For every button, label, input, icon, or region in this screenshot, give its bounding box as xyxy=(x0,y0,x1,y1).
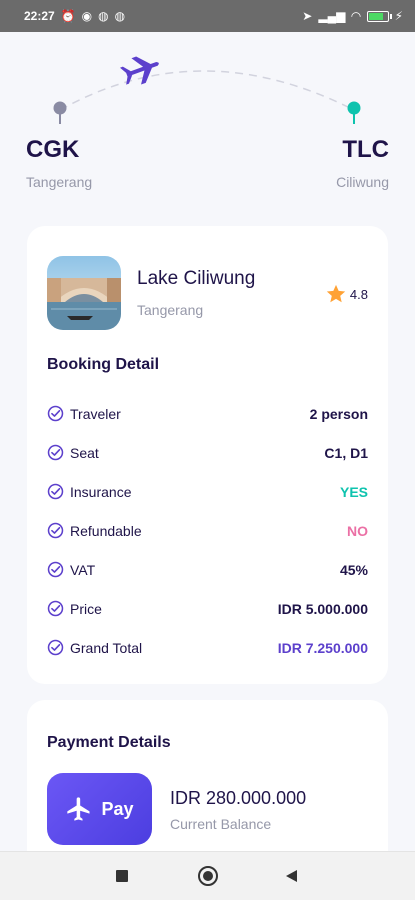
detail-value: YES xyxy=(339,483,368,500)
detail-label: VAT xyxy=(70,561,96,578)
origin-code: CGK xyxy=(26,136,80,163)
destination-dot xyxy=(347,101,361,115)
detail-label: Insurance xyxy=(70,483,132,500)
system-nav-bar xyxy=(0,851,415,900)
check-circle-icon xyxy=(47,405,64,422)
home-button[interactable] xyxy=(198,866,218,886)
payment-details-title: Payment Details xyxy=(47,734,171,751)
check-circle-icon xyxy=(47,483,64,500)
battery-icon xyxy=(366,10,392,22)
origin-city: Tangerang xyxy=(26,174,93,190)
alarm-icon: ⏰ xyxy=(60,9,76,23)
destination-image xyxy=(47,256,121,330)
detail-value: NO xyxy=(347,522,368,539)
detail-row-seat: Seat C1, D1 xyxy=(47,433,368,472)
status-bar: 22:27 ⏰ ◉ ◍ ◍ ➤ ▂▄▆ ◠ ⚡ xyxy=(0,0,415,32)
origin-dot xyxy=(53,101,67,115)
destination-city: Ciliwung xyxy=(336,174,389,190)
rating: 4.8 xyxy=(325,283,368,305)
detail-label: Refundable xyxy=(70,522,142,539)
detail-row-traveler: Traveler 2 person xyxy=(47,394,368,433)
wifi-icon: ◠ xyxy=(351,9,361,23)
status-time: 22:27 xyxy=(24,9,55,23)
signal-icon: ▂▄▆ xyxy=(318,9,346,23)
detail-value: C1, D1 xyxy=(324,444,368,461)
pay-button-label: Pay xyxy=(101,798,134,819)
booking-detail-list: Traveler 2 person Seat C1, D1 Insurance … xyxy=(47,394,368,667)
back-button[interactable] xyxy=(286,870,297,882)
airplane-icon xyxy=(67,797,90,821)
check-circle-icon xyxy=(47,600,64,617)
pay-button[interactable]: Pay xyxy=(47,773,152,845)
location-icon: ➤ xyxy=(302,9,313,23)
destination-city: Tangerang xyxy=(137,302,204,318)
detail-label: Seat xyxy=(70,444,99,461)
destination: TLC Ciliwung xyxy=(336,136,389,190)
check-circle-icon xyxy=(47,522,64,539)
detail-label: Traveler xyxy=(70,405,121,422)
balance-label: Current Balance xyxy=(170,816,272,832)
detail-row-grand-total: Grand Total IDR 7.250.000 xyxy=(47,628,368,667)
detail-row-insurance: Insurance YES xyxy=(47,472,368,511)
detail-value: IDR 5.000.000 xyxy=(277,600,368,617)
detail-row-price: Price IDR 5.000.000 xyxy=(47,589,368,628)
app-icon-2: ◍ xyxy=(114,9,126,23)
origin: CGK Tangerang xyxy=(26,136,92,190)
rating-value: 4.8 xyxy=(349,286,368,302)
detail-value: 45% xyxy=(339,561,368,578)
detail-label: Price xyxy=(70,600,102,617)
charging-icon: ⚡ xyxy=(394,9,403,23)
airplane-icon xyxy=(120,56,159,85)
booking-detail-title: Booking Detail xyxy=(47,356,160,373)
check-circle-icon xyxy=(47,444,64,461)
app-icon: ◍ xyxy=(98,9,109,23)
balance-amount: IDR 280.000.000 xyxy=(170,788,307,808)
check-circle-icon xyxy=(47,561,64,578)
flight-route: CGK Tangerang TLC Ciliwung xyxy=(0,32,415,202)
destination-name: Lake Ciliwung xyxy=(137,268,256,289)
booking-card: Lake Ciliwung Tangerang 4.8 Booking Deta… xyxy=(27,226,388,684)
detail-value: IDR 7.250.000 xyxy=(277,639,368,656)
star-icon xyxy=(326,284,346,303)
notification-icon: ◉ xyxy=(81,9,93,23)
detail-value: 2 person xyxy=(309,405,368,422)
detail-row-refundable: Refundable NO xyxy=(47,511,368,550)
destination-code: TLC xyxy=(342,136,389,163)
route-path xyxy=(53,56,361,124)
detail-row-vat: VAT 45% xyxy=(47,550,368,589)
check-circle-icon xyxy=(47,639,64,656)
detail-label: Grand Total xyxy=(70,639,143,656)
recents-button[interactable] xyxy=(116,870,128,882)
